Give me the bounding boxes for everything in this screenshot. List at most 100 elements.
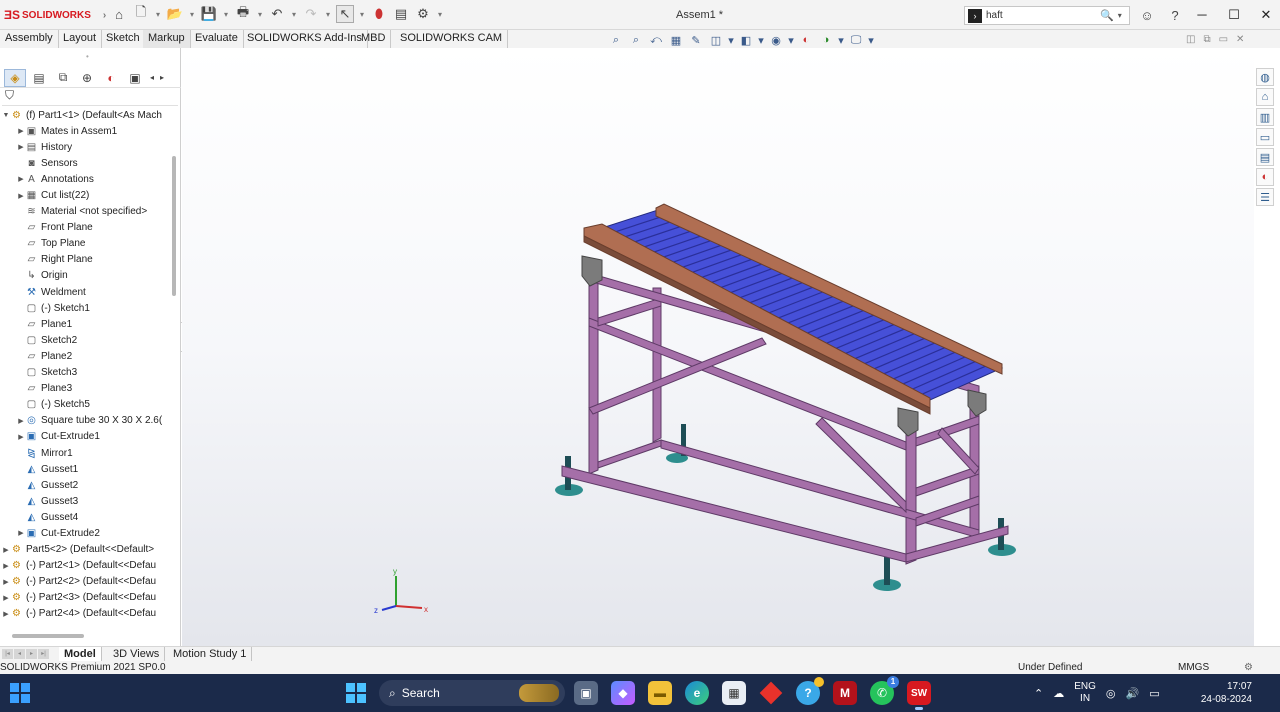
tree-vertical-scrollbar[interactable] xyxy=(172,156,176,296)
tree-node[interactable]: ⚒ Weldment xyxy=(0,284,172,300)
solidworks-app-icon[interactable]: SW xyxy=(907,681,931,710)
zoom-to-fit-icon[interactable]: ⌕ xyxy=(608,32,624,48)
select-icon[interactable]: ↖ xyxy=(336,5,354,23)
minimize-icon[interactable]: ─ xyxy=(1192,6,1212,24)
tree-node[interactable]: ◭ Gusset3 xyxy=(0,493,172,509)
scene-dropdown-icon[interactable]: ▾ xyxy=(838,32,844,48)
expand-arrow-icon[interactable]: ▶ xyxy=(2,610,10,618)
dimxpert-tab-icon[interactable]: ⊕ xyxy=(76,69,98,87)
expand-arrow-icon[interactable]: ▶ xyxy=(17,175,25,183)
viewport-minimize-icon[interactable]: ◫ xyxy=(1186,34,1195,45)
tree-node[interactable]: ▢ Sketch3 xyxy=(0,365,172,381)
task-view-icon[interactable]: ▣ xyxy=(574,681,598,705)
expand-arrow-icon[interactable]: ▶ xyxy=(17,433,25,441)
appearances-icon[interactable]: ◐ xyxy=(1256,168,1274,186)
clock[interactable]: 17:07 24-08-2024 xyxy=(1192,680,1252,706)
command-search-box[interactable]: › 🔍 ▾ xyxy=(964,6,1130,25)
tab-3d-views[interactable]: 3D Views xyxy=(108,647,166,662)
tree-node[interactable]: ◭ Gusset4 xyxy=(0,509,172,525)
new-dropdown-icon[interactable]: ▾ xyxy=(154,5,162,23)
copilot-icon[interactable]: ◆ xyxy=(611,681,635,705)
select-dropdown-icon[interactable]: ▾ xyxy=(358,5,366,23)
tree-horizontal-scrollbar[interactable] xyxy=(12,634,84,638)
mcafee-icon[interactable]: M xyxy=(833,681,857,705)
apply-scene-icon[interactable]: ◑ xyxy=(818,32,834,48)
search-commands-icon[interactable]: › xyxy=(968,8,982,23)
undo-dropdown-icon[interactable]: ▾ xyxy=(290,5,298,23)
tree-node[interactable]: ▢ Sketch2 xyxy=(0,332,172,348)
wifi-icon[interactable]: ◎ xyxy=(1106,687,1116,700)
tab-mbd[interactable]: MBD xyxy=(356,30,392,48)
viewport-close-icon[interactable]: ✕ xyxy=(1236,34,1244,45)
help-icon[interactable]: ? xyxy=(1166,6,1184,24)
tab-assembly[interactable]: Assembly xyxy=(0,30,59,48)
save-icon[interactable]: 💾 xyxy=(200,5,218,23)
close-icon[interactable]: ✕ xyxy=(1256,6,1276,24)
options-dropdown-icon[interactable]: ▾ xyxy=(436,5,444,23)
next-tab-icon[interactable]: ▸ xyxy=(26,649,37,659)
new-document-icon[interactable]: 🗋 xyxy=(132,4,150,23)
expand-arrow-icon[interactable]: ▼ xyxy=(2,112,10,119)
start-button-icon[interactable] xyxy=(346,683,366,703)
tree-node[interactable]: ▶ ▦ Cut list(22) xyxy=(0,187,172,203)
previous-view-icon[interactable]: ⤺ xyxy=(648,32,664,48)
tab-motion-study-1[interactable]: Motion Study 1 xyxy=(168,647,253,662)
last-tab-icon[interactable]: ▸| xyxy=(38,649,49,659)
dynamic-annotation-icon[interactable]: ✎ xyxy=(688,32,704,48)
network-cloud-icon[interactable]: ☁ xyxy=(1053,687,1064,700)
taskbar-search[interactable]: ⌕ Search xyxy=(379,680,565,706)
tree-node[interactable]: ↳ Origin xyxy=(0,268,172,284)
design-library-icon[interactable]: ▥ xyxy=(1256,108,1274,126)
view-settings-icon[interactable]: 🖵 xyxy=(848,32,864,48)
show-hidden-icons-icon[interactable]: ⌃ xyxy=(1034,687,1043,700)
expand-arrow-icon[interactable]: ▶ xyxy=(2,578,10,586)
prev-tab-icon[interactable]: ◂ xyxy=(14,649,25,659)
pane-grip-icon[interactable]: • xyxy=(86,52,89,61)
filter-icon[interactable]: ⛉ xyxy=(2,88,178,106)
tab-model[interactable]: Model xyxy=(59,647,102,662)
tree-node[interactable]: ◙ Sensors xyxy=(0,155,172,171)
tree-node[interactable]: ⧎ Mirror1 xyxy=(0,445,172,461)
tree-node[interactable]: ◭ Gusset2 xyxy=(0,477,172,493)
tab-markup[interactable]: Markup xyxy=(143,30,191,48)
status-units[interactable]: MMGS xyxy=(1178,662,1209,673)
battery-icon[interactable]: ▭ xyxy=(1149,687,1159,700)
search-icon[interactable]: 🔍 xyxy=(1100,9,1114,22)
hide-show-items-icon[interactable]: ◉ xyxy=(768,32,784,48)
options-icon[interactable]: ⚙ xyxy=(414,5,432,23)
microsoft-store-icon[interactable]: ▦ xyxy=(722,681,746,705)
print-dropdown-icon[interactable]: ▾ xyxy=(256,5,264,23)
view-orientation-dropdown-icon[interactable]: ▾ xyxy=(728,32,734,48)
tree-node[interactable]: ▶ ⚙ (-) Part2<3> (Default<<Defau xyxy=(0,590,172,606)
tree-node[interactable]: ▶ ⚙ (-) Part2<2> (Default<<Defau xyxy=(0,574,172,590)
view-orientation-icon[interactable]: ◫ xyxy=(708,32,724,48)
tree-node[interactable]: ▶ ◎ Square tube 30 X 30 X 2.6( xyxy=(0,413,172,429)
customize-status-icon[interactable]: ⚙ xyxy=(1244,662,1253,673)
graphics-area[interactable]: y x z xyxy=(182,48,1254,646)
user-account-icon[interactable]: ☺ xyxy=(1138,6,1156,24)
tree-node[interactable]: ◭ Gusset1 xyxy=(0,461,172,477)
viewport-restore-icon[interactable]: ⧉ xyxy=(1203,34,1210,45)
section-view-icon[interactable]: ▦ xyxy=(668,32,684,48)
tab-sketch[interactable]: Sketch xyxy=(101,30,146,48)
language-indicator[interactable]: ENG IN xyxy=(1074,681,1096,705)
print-icon[interactable]: 🖶 xyxy=(234,4,252,23)
cam-tab-icon[interactable]: ▣ xyxy=(124,69,146,87)
zoom-to-area-icon[interactable]: ⌕ xyxy=(628,32,644,48)
edit-appearance-icon[interactable]: ◐ xyxy=(798,32,814,48)
tree-node[interactable]: ▢ (-) Sketch5 xyxy=(0,397,172,413)
tree-node[interactable]: ▱ Top Plane xyxy=(0,236,172,252)
expand-arrow-icon[interactable]: ▶ xyxy=(2,562,10,570)
home-icon[interactable]: ⌂ xyxy=(110,5,128,23)
tree-node[interactable]: ▱ Plane3 xyxy=(0,381,172,397)
volume-icon[interactable]: 🔊 xyxy=(1126,687,1140,700)
open-icon[interactable]: 📂 xyxy=(166,5,184,23)
expand-arrow-icon[interactable]: ▶ xyxy=(2,546,10,554)
expand-arrow-icon[interactable]: ▶ xyxy=(17,529,25,537)
tree-node[interactable]: ▶ ▣ Mates in Assem1 xyxy=(0,123,172,139)
redo-dropdown-icon[interactable]: ▾ xyxy=(324,5,332,23)
search-input[interactable] xyxy=(986,10,1096,21)
expand-arrow-icon[interactable]: ▶ xyxy=(17,127,25,135)
conveyor-model[interactable] xyxy=(182,48,1254,646)
property-manager-tab-icon[interactable]: ▤ xyxy=(28,69,50,87)
